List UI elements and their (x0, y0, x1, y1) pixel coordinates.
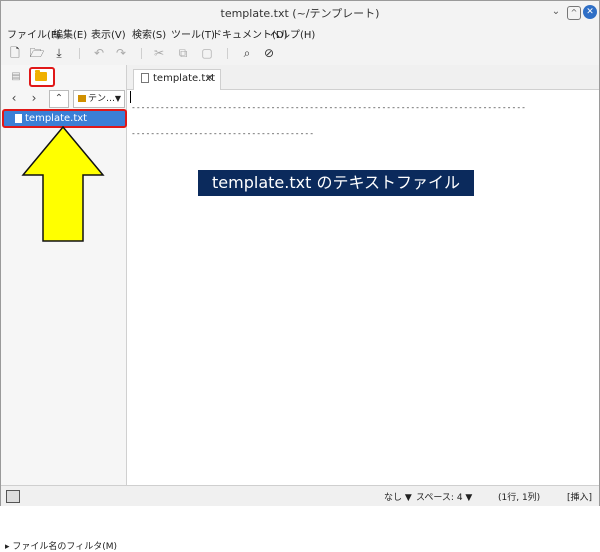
cut-icon[interactable]: ✂ (151, 45, 167, 61)
chevron-down-icon: ▼ (114, 94, 121, 103)
open-folder-icon[interactable]: 🗁 (29, 45, 45, 61)
text-line-3[interactable]: ----------------------------------------… (131, 129, 315, 138)
location-combo[interactable]: テン… ▼ (73, 90, 125, 108)
menu-view[interactable]: 表示(V) (91, 26, 126, 41)
undo-icon[interactable]: ↶ (91, 45, 107, 61)
file-browser-tab[interactable] (29, 67, 55, 87)
syntax-selector[interactable]: なし ▼ (384, 490, 412, 503)
toolbar-separator (79, 48, 80, 59)
document-icon (141, 73, 149, 83)
location-label: テン… (88, 94, 116, 104)
file-item-label: template.txt (25, 113, 88, 124)
panel-toggle-icon[interactable] (6, 490, 20, 503)
annotation-label: template.txt のテキストファイル (198, 170, 474, 196)
filename-filter-expander[interactable]: ▸ ファイル名のフィルタ(M) (5, 539, 117, 552)
text-file-icon (15, 113, 22, 123)
tab-width-selector[interactable]: スペース: 4 ▼ (416, 490, 472, 503)
location-folder-icon (78, 95, 86, 102)
menu-search[interactable]: 検索(S) (132, 26, 166, 41)
toolbar: 🗋 🗁 ⤓ ↶ ↷ ✂ ⧉ ▢ ⌕ ⊘ (1, 41, 599, 65)
menu-help[interactable]: ヘルプ(H) (270, 26, 315, 41)
file-browser-nav: ‹ › ⌃ テン… ▼ (1, 88, 126, 108)
tab-close-icon[interactable]: ✕ (206, 70, 214, 88)
menu-tools[interactable]: ツール(T) (171, 26, 215, 41)
insert-mode: [挿入] (567, 493, 593, 503)
title-bar: template.txt (~/テンプレート) ⌄ ^ ✕ (1, 1, 599, 23)
close-icon[interactable]: ✕ (583, 5, 597, 19)
redo-icon[interactable]: ↷ (113, 45, 129, 61)
documents-tab-icon[interactable]: ▤ (7, 69, 25, 85)
toolbar-separator (141, 48, 142, 59)
paste-icon[interactable]: ▢ (199, 45, 215, 61)
editor-window: template.txt (~/テンプレート) ⌄ ^ ✕ ファイル(F) 編集… (0, 0, 600, 552)
maximize-icon[interactable]: ^ (567, 6, 581, 20)
toolbar-separator (227, 48, 228, 59)
up-arrow-annotation (21, 125, 105, 242)
cursor-position: (1行, 1列) (498, 493, 541, 503)
editor-area: template.txt ✕ -------------------------… (127, 65, 599, 485)
text-cursor (130, 91, 131, 103)
search-icon[interactable]: ⌕ (239, 45, 255, 61)
tab-template-txt[interactable]: template.txt ✕ (133, 69, 221, 90)
text-line-1[interactable]: ----------------------------------------… (131, 103, 525, 112)
back-icon[interactable]: ‹ (5, 90, 23, 106)
spaces-label: スペース: 4 (416, 493, 463, 503)
new-document-icon[interactable]: 🗋 (7, 45, 23, 61)
menu-bar: ファイル(F) 編集(E) 表示(V) 検索(S) ツール(T) ドキュメント(… (1, 23, 599, 41)
parent-folder-icon[interactable]: ⌃ (49, 90, 69, 108)
window-title: template.txt (~/テンプレート) (220, 7, 380, 20)
status-bar: なし ▼ スペース: 4 ▼ (1行, 1列) [挿入] (1, 485, 599, 506)
syntax-label: なし (384, 493, 403, 503)
save-icon[interactable]: ⤓ (51, 45, 67, 61)
filter-label: ファイル名のフィルタ(M) (12, 542, 117, 552)
replace-icon[interactable]: ⊘ (261, 45, 277, 61)
tab-bar: template.txt ✕ (127, 65, 599, 90)
forward-icon[interactable]: › (25, 90, 43, 106)
menu-edit[interactable]: 編集(E) (53, 26, 87, 41)
minimize-icon[interactable]: ⌄ (549, 5, 563, 19)
copy-icon[interactable]: ⧉ (175, 45, 191, 61)
folder-icon (35, 70, 47, 81)
